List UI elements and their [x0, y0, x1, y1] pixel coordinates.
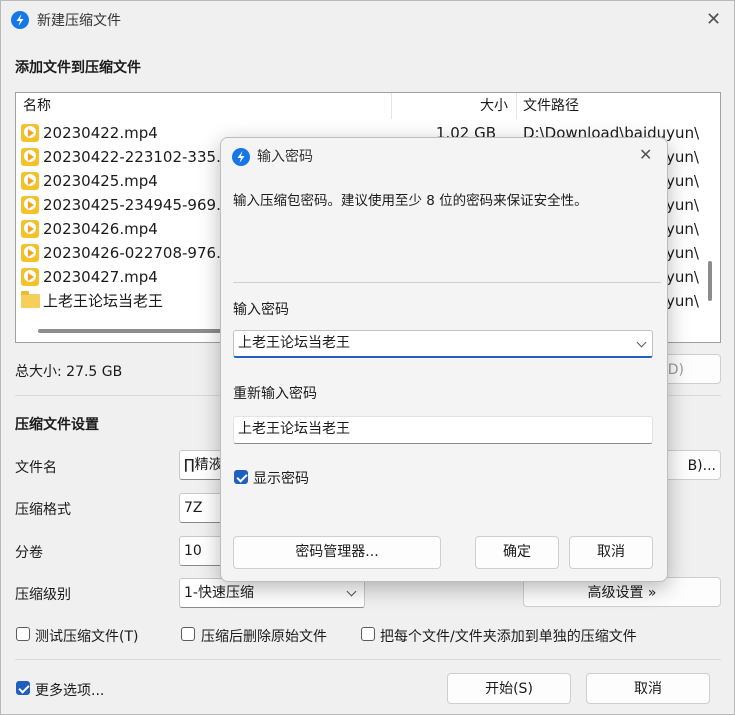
password-label: 输入密码	[233, 302, 289, 318]
dialog-cancel-button[interactable]: 取消	[569, 536, 653, 569]
column-header-size[interactable]: 大小	[480, 93, 508, 119]
dialog-description: 输入压缩包密码。建议使用至少 8 位的密码来保证安全性。	[233, 193, 588, 209]
file-name: 20230427.mp4	[43, 268, 158, 286]
file-path: yun\	[666, 172, 699, 190]
column-header-name[interactable]: 名称	[23, 93, 51, 119]
password-value: 上老王论坛当老王	[238, 335, 350, 351]
file-path: yun\	[666, 220, 699, 238]
filename-value: ∏精液	[184, 457, 223, 473]
video-file-icon	[21, 124, 39, 142]
file-path: yun\	[666, 244, 699, 262]
divider	[15, 659, 721, 660]
volume-value: 10	[184, 543, 202, 559]
close-icon[interactable]: ✕	[706, 11, 721, 29]
app-logo-icon	[11, 11, 29, 29]
chevron-down-icon[interactable]	[636, 337, 647, 348]
title-bar: 新建压缩文件 ✕	[1, 1, 734, 39]
show-password-checkbox[interactable]	[234, 470, 248, 484]
file-name: 上老王论坛当老王	[43, 292, 164, 310]
dialog-close-icon[interactable]: ✕	[639, 147, 652, 163]
password-input[interactable]: 上老王论坛当老王	[233, 330, 653, 358]
file-path: yun\	[666, 148, 699, 166]
browse-button-label: B)...	[687, 458, 716, 474]
level-select[interactable]: 1-快速压缩	[179, 578, 365, 608]
chevron-down-icon	[346, 586, 357, 597]
vertical-scrollbar[interactable]	[708, 261, 712, 301]
file-path: yun\	[666, 268, 699, 286]
delete-after-label: 压缩后删除原始文件	[201, 629, 327, 645]
file-name: 20230425.mp4	[43, 172, 158, 190]
video-file-icon	[21, 268, 39, 286]
filename-label: 文件名	[15, 460, 57, 476]
add-files-button-label: D)	[667, 362, 684, 378]
video-file-icon	[21, 244, 39, 262]
file-path: yun\	[666, 196, 699, 214]
show-password-label: 显示密码	[253, 471, 309, 487]
ok-button[interactable]: 确定	[475, 536, 559, 569]
confirm-password-label: 重新输入密码	[233, 386, 317, 402]
format-value: 7Z	[184, 500, 203, 516]
start-button[interactable]: 开始(S)	[447, 673, 571, 704]
column-separator	[516, 93, 517, 119]
level-value: 1-快速压缩	[184, 585, 254, 601]
horizontal-scrollbar[interactable]	[38, 329, 238, 333]
more-options-label: 更多选项...	[35, 683, 105, 699]
test-archive-label: 测试压缩文件(T)	[35, 629, 139, 645]
cancel-button[interactable]: 取消	[586, 673, 710, 704]
column-header-path[interactable]: 文件路径	[523, 93, 579, 119]
video-file-icon	[21, 148, 39, 166]
total-size-label: 总大小: 27.5 GB	[15, 364, 123, 380]
column-separator	[391, 93, 392, 119]
password-dialog: 输入密码 ✕ 输入压缩包密码。建议使用至少 8 位的密码来保证安全性。 输入密码…	[220, 137, 668, 582]
folder-icon	[21, 291, 40, 308]
confirm-password-value: 上老王论坛当老王	[238, 421, 350, 437]
password-manager-button[interactable]: 密码管理器...	[233, 536, 441, 569]
file-name: 20230426.mp4	[43, 220, 158, 238]
app-logo-icon	[232, 148, 250, 166]
volume-label: 分卷	[15, 545, 43, 561]
file-name: 20230422.mp4	[43, 124, 158, 142]
test-archive-checkbox[interactable]	[16, 627, 30, 641]
separate-archives-checkbox[interactable]	[361, 627, 375, 641]
separate-archives-label: 把每个文件/文件夹添加到单独的压缩文件	[380, 629, 637, 645]
level-label: 压缩级别	[15, 587, 71, 603]
divider	[233, 282, 661, 283]
video-file-icon	[21, 172, 39, 190]
delete-after-checkbox[interactable]	[181, 627, 195, 641]
video-file-icon	[21, 220, 39, 238]
file-path: yun\	[666, 292, 699, 310]
confirm-password-input[interactable]: 上老王论坛当老王	[233, 416, 653, 444]
dialog-title: 输入密码	[257, 149, 313, 165]
settings-heading: 压缩文件设置	[15, 417, 99, 433]
more-options-checkbox[interactable]	[16, 681, 30, 695]
format-label: 压缩格式	[15, 502, 71, 518]
window-title: 新建压缩文件	[37, 13, 121, 29]
add-files-heading: 添加文件到压缩文件	[15, 60, 141, 76]
video-file-icon	[21, 196, 39, 214]
